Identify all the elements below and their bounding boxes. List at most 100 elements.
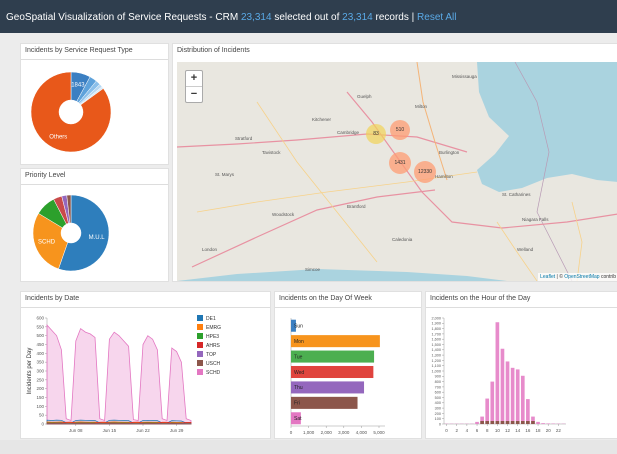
area-series <box>46 324 192 425</box>
map-attribution: Leaflet | © OpenStreetMap contrib <box>538 273 617 281</box>
hour-bar-segment <box>515 421 520 424</box>
hour-bar-segment <box>510 421 515 424</box>
y-tick-label: 450 <box>36 342 44 347</box>
y-tick-label: 550 <box>36 324 44 329</box>
type-pie-chart[interactable]: 1843 Others <box>21 60 168 164</box>
records-text: records | <box>375 12 415 23</box>
map-place-label: Stratford <box>235 136 253 141</box>
map-place-label: Tavistock <box>262 150 281 155</box>
hour-bar-chart[interactable]: 01002003004005006007008009001,0001,1001,… <box>426 308 617 438</box>
map-place-label: Welland <box>517 247 534 252</box>
date-area-chart[interactable]: 0 50 100 150 200 250 300 350 400 450 500 550 600 Jun … <box>21 308 270 438</box>
legend-swatch <box>197 315 203 321</box>
cluster-marker[interactable]: 510 <box>390 120 410 140</box>
y-tick-label: 100 <box>435 417 441 421</box>
legend-label: SCHD <box>206 370 221 376</box>
zoom-control: + − <box>185 70 203 103</box>
hour-bar-segment <box>520 421 525 424</box>
y-axis-label: Incidents per Day <box>27 348 33 395</box>
hour-bar <box>495 322 500 424</box>
total-count: 23,314 <box>342 12 373 23</box>
map-place-label: St. Catharines <box>502 192 531 197</box>
map-place-label: Guelph <box>357 94 372 99</box>
day-label: Sat <box>294 416 302 422</box>
x-tick-label: 12 <box>505 428 511 433</box>
priority-pie-chart[interactable]: M.U.L SCHD <box>21 185 168 281</box>
type-panel: Incidents by Service Request Type 1843 Ot… <box>20 43 169 165</box>
priority-panel: Priority Level M.U.L SCHD <box>20 168 169 282</box>
map-place-label: Woodstock <box>272 212 295 217</box>
map-place-label: Cambridge <box>337 130 360 135</box>
legend-swatch <box>197 324 203 330</box>
lake <box>477 62 617 192</box>
day-label: Tue <box>294 354 303 360</box>
week-panel-title: Incidents on the Day Of Week <box>279 295 372 302</box>
map-place-label: Hamilton <box>435 174 453 179</box>
legend-swatch <box>197 333 203 339</box>
hour-bar <box>500 348 505 424</box>
hour-bar <box>536 421 540 424</box>
map-place-label: Caledonia <box>392 237 413 242</box>
cluster-count: 1431 <box>394 160 406 166</box>
leaflet-link[interactable]: Leaflet <box>540 274 555 280</box>
highway <box>177 133 468 153</box>
y-tick-label: 250 <box>36 377 44 382</box>
y-tick-label: 100 <box>36 404 44 409</box>
map-place-label: Milton <box>415 104 428 109</box>
y-tick-label: 1,400 <box>431 348 441 352</box>
x-tick-label: 1,000 <box>303 430 315 435</box>
hour-bar-segment <box>490 421 495 424</box>
zoom-in-button[interactable]: + <box>186 71 202 87</box>
lake-erie <box>177 269 507 281</box>
date-panel: Incidents by Date 0 50 100 150 200 250 300 350 4… <box>20 291 271 439</box>
y-tick-label: 300 <box>435 407 441 411</box>
y-tick-label: 1,300 <box>431 354 441 358</box>
y-tick-label: 400 <box>435 401 441 405</box>
cluster-count: 12330 <box>418 169 432 175</box>
attribution-tail: contrib <box>599 274 616 280</box>
y-tick-label: 1,100 <box>431 364 441 368</box>
hour-bar <box>505 361 510 424</box>
week-panel: Incidents on the Day Of Week 0 1,000 2,000… <box>274 291 422 439</box>
map-place-label: Mississauga <box>452 74 477 79</box>
legend-swatch <box>197 342 203 348</box>
app-title: GeoSpatial Visualization of Service Requ… <box>6 12 457 23</box>
y-tick-label: 200 <box>36 386 44 391</box>
x-tick-label: 22 <box>556 428 562 433</box>
x-tick-label: 4 <box>466 428 469 433</box>
y-tick-label: 1,900 <box>431 322 441 326</box>
day-bar <box>291 350 375 363</box>
y-tick-label: 700 <box>435 385 441 389</box>
pie-label: Others <box>49 135 67 141</box>
y-tick-label: 0 <box>41 422 44 427</box>
day-bar <box>291 335 380 348</box>
y-tick-label: 200 <box>435 412 441 416</box>
hour-bar-segment <box>505 421 510 424</box>
x-tick-label: 16 <box>525 428 531 433</box>
reset-all-link[interactable]: Reset All <box>417 12 456 23</box>
cluster-marker[interactable]: 83 <box>366 124 386 144</box>
map-place-label: London <box>202 247 218 252</box>
day-label: Thu <box>294 385 303 391</box>
hour-bar <box>490 381 495 424</box>
hour-bar <box>541 423 545 424</box>
x-tick-label: 4,000 <box>356 430 368 435</box>
cluster-marker[interactable]: 12330 <box>414 161 436 183</box>
road <box>256 101 378 263</box>
footer-strip <box>0 440 617 454</box>
legend-swatch <box>197 351 203 357</box>
week-bar-chart[interactable]: 0 1,000 2,000 3,000 4,000 5,000 Sun Mon Tue Wed Th… <box>275 308 421 438</box>
map-canvas[interactable]: Guelph Kitchener Cambridge Stratford Tavisto… <box>177 62 617 281</box>
map-panel: Distribution of Incidents Guelph Kitchene… <box>172 43 617 282</box>
y-tick-label: 500 <box>435 396 441 400</box>
zoom-out-button[interactable]: − <box>186 87 202 102</box>
legend-label: TOP <box>206 352 217 358</box>
map-panel-title: Distribution of Incidents <box>177 47 250 54</box>
cluster-marker[interactable]: 1431 <box>389 152 411 174</box>
osm-link[interactable]: OpenStreetMap <box>564 274 599 280</box>
y-tick-label: 1,800 <box>431 327 441 331</box>
y-tick-label: 350 <box>36 360 44 365</box>
hour-bar <box>510 367 515 424</box>
x-tick-label: 0 <box>290 430 293 435</box>
legend-swatch <box>197 369 203 375</box>
